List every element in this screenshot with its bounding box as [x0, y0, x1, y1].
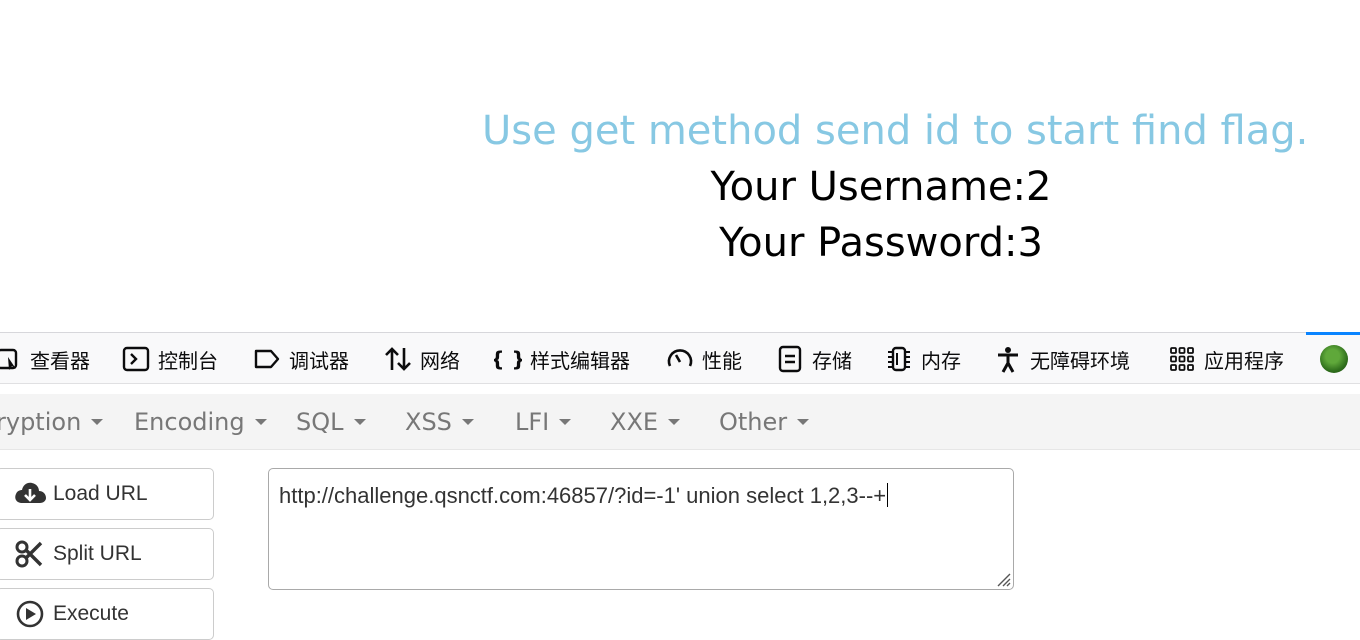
tab-label: 内存 — [921, 348, 961, 373]
hackbar-menu: ryption Encoding SQL XSS LFI XXE Other — [0, 394, 1360, 450]
tab-performance[interactable]: 性能 — [666, 343, 742, 375]
tab-memory[interactable]: 内存 — [885, 343, 961, 375]
hackbar-body: Load URL Split URL Execute http://challe… — [0, 450, 1360, 640]
tab-style-editor[interactable]: { } 样式编辑器 — [494, 343, 630, 375]
text-cursor — [887, 483, 889, 507]
performance-icon — [667, 349, 693, 367]
memory-icon — [888, 346, 910, 372]
active-tab-indicator — [1306, 332, 1360, 335]
console-icon — [122, 346, 150, 372]
load-url-button[interactable]: Load URL — [0, 468, 214, 520]
tab-label: 样式编辑器 — [530, 348, 630, 373]
split-url-button[interactable]: Split URL — [0, 528, 214, 580]
caret-down-icon — [254, 419, 267, 425]
tab-storage[interactable]: 存储 — [776, 343, 852, 375]
caret-down-icon — [797, 419, 810, 425]
resize-handle-icon[interactable] — [993, 569, 1011, 587]
username-text: Your Username:2 — [710, 164, 1052, 210]
tab-label: 调试器 — [289, 348, 349, 373]
tab-label: 查看器 — [30, 348, 90, 373]
page-headline: Use get method send id to start find fla… — [482, 108, 1309, 154]
tab-inspector[interactable]: 查看器 — [0, 343, 90, 375]
execute-button[interactable]: Execute — [0, 588, 214, 640]
menu-encryption[interactable]: ryption — [0, 408, 104, 436]
menu-label: Other — [719, 408, 788, 436]
caret-down-icon — [353, 419, 366, 425]
menu-label: XSS — [405, 408, 452, 436]
tab-label: 性能 — [702, 348, 742, 373]
menu-label: ryption — [0, 408, 82, 436]
inspector-icon — [0, 348, 18, 370]
button-label: Execute — [53, 602, 129, 625]
tab-accessibility[interactable]: 无障碍环境 — [994, 343, 1130, 375]
menu-lfi[interactable]: LFI — [515, 408, 572, 436]
password-text: Your Password:3 — [719, 220, 1043, 266]
application-icon — [1170, 347, 1194, 371]
tab-console[interactable]: 控制台 — [122, 343, 218, 375]
hackbar-extension-icon[interactable] — [1320, 345, 1348, 373]
button-label: Split URL — [53, 542, 142, 565]
play-circle-icon — [16, 600, 44, 628]
accessibility-icon — [998, 347, 1018, 373]
menu-xxe[interactable]: XXE — [610, 408, 681, 436]
url-value: http://challenge.qsnctf.com:46857/?id=-1… — [279, 483, 887, 508]
debugger-icon — [254, 349, 280, 369]
page-content: Use get method send id to start find fla… — [0, 0, 1360, 332]
menu-label: LFI — [515, 408, 550, 436]
menu-sql[interactable]: SQL — [296, 408, 366, 436]
tab-label: 网络 — [420, 348, 460, 373]
caret-down-icon — [559, 419, 572, 425]
tab-label: 无障碍环境 — [1030, 348, 1130, 373]
scissors-icon — [15, 540, 43, 568]
menu-label: Encoding — [134, 408, 245, 436]
style-editor-icon: { } — [494, 347, 522, 371]
storage-icon — [778, 345, 802, 373]
button-label: Load URL — [53, 482, 148, 505]
caret-down-icon — [461, 419, 474, 425]
url-textarea[interactable]: http://challenge.qsnctf.com:46857/?id=-1… — [268, 468, 1014, 590]
menu-label: XXE — [610, 408, 659, 436]
tab-network[interactable]: 网络 — [384, 343, 460, 375]
network-icon — [385, 347, 411, 371]
tab-application[interactable]: 应用程序 — [1168, 343, 1284, 375]
caret-down-icon — [668, 419, 681, 425]
menu-encoding[interactable]: Encoding — [134, 408, 267, 436]
tab-debugger[interactable]: 调试器 — [253, 343, 349, 375]
tab-label: 存储 — [812, 348, 852, 373]
devtools-toolbar: 查看器 控制台 调试器 网络 { } 样式编辑器 性能 — [0, 332, 1360, 384]
svg-text:{ }: { } — [494, 347, 522, 371]
menu-other[interactable]: Other — [719, 408, 810, 436]
caret-down-icon — [91, 419, 104, 425]
tab-label: 控制台 — [158, 348, 218, 373]
tab-label: 应用程序 — [1204, 348, 1284, 373]
menu-label: SQL — [296, 408, 344, 436]
cloud-download-icon — [15, 482, 46, 503]
menu-xss[interactable]: XSS — [405, 408, 474, 436]
